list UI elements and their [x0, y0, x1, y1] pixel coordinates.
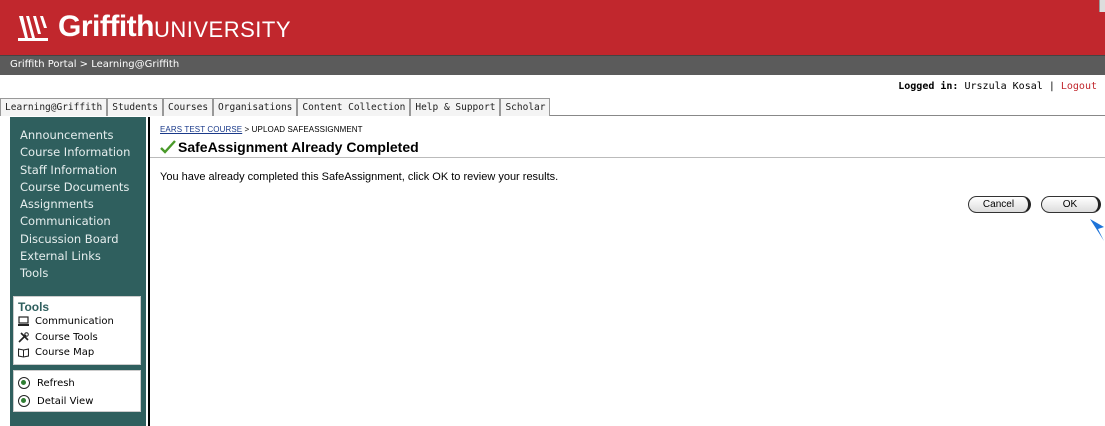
session-bar: Logged in: Urszula Kosal | Logout [0, 75, 1105, 98]
session-separator: | [1048, 81, 1055, 92]
refresh-label: Refresh [37, 377, 75, 389]
brand-name: Griffith [58, 10, 154, 43]
refresh-button[interactable]: Refresh [14, 374, 140, 392]
mouse-cursor-icon [1090, 219, 1104, 241]
tools-panel-title: Tools [18, 300, 50, 314]
tab-learning-griffith[interactable]: Learning@Griffith [0, 98, 108, 116]
tools-icon [18, 331, 29, 343]
detail-view-button[interactable]: Detail View [14, 392, 140, 410]
cancel-button[interactable]: Cancel [968, 196, 1031, 213]
breadcrumb: EARS TEST COURSE > UPLOAD SAFEASSIGNMENT [160, 125, 363, 134]
portal-breadcrumb-bar: Griffith Portal > Learning@Griffith [0, 55, 1105, 75]
detail-view-icon [18, 395, 30, 407]
tab-organisations[interactable]: Organisations [213, 98, 298, 116]
page-title-row: SafeAssignment Already Completed [150, 136, 1105, 158]
sidebar-item-staff-information[interactable]: Staff Information [20, 162, 130, 179]
tab-content-collection[interactable]: Content Collection [297, 98, 411, 116]
breadcrumb-current: UPLOAD SAFEASSIGNMENT [251, 125, 363, 134]
detail-view-label: Detail View [37, 395, 94, 407]
portal-breadcrumb: Griffith Portal > Learning@Griffith [10, 59, 180, 70]
sidebar-item-external-links[interactable]: External Links [20, 248, 130, 265]
tab-students[interactable]: Students [107, 98, 163, 116]
griffith-logo[interactable]: Griffith UNIVERSITY [16, 9, 291, 45]
sidebar-item-course-information[interactable]: Course Information [20, 144, 130, 161]
tools-item-course-map[interactable]: Course Map [14, 345, 140, 361]
logged-in-label: Logged in: [898, 81, 959, 92]
view-options-panel: Refresh Detail View [13, 370, 141, 412]
tab-scholar[interactable]: Scholar [500, 98, 551, 116]
sidebar-item-communication[interactable]: Communication [20, 213, 130, 230]
user-name: Urszula Kosal [964, 81, 1043, 92]
login-status: Logged in: Urszula Kosal | Logout [898, 81, 1097, 92]
tools-item-label: Communication [35, 316, 114, 328]
breadcrumb-course-link[interactable]: EARS TEST COURSE [160, 125, 242, 134]
sidebar-item-course-documents[interactable]: Course Documents [20, 179, 130, 196]
scrollbar[interactable] [1099, 0, 1105, 12]
breadcrumb-separator: > [242, 125, 252, 134]
sidebar-divider [148, 117, 150, 426]
logout-link[interactable]: Logout [1061, 81, 1097, 92]
refresh-icon [18, 377, 30, 389]
tools-item-label: Course Map [35, 347, 95, 359]
sidebar-item-discussion-board[interactable]: Discussion Board [20, 231, 130, 248]
tools-item-label: Course Tools [35, 331, 98, 343]
page-title: SafeAssignment Already Completed [178, 139, 419, 155]
brand-suffix: UNIVERSITY [153, 17, 292, 42]
main-tabs: Learning@Griffith Students Courses Organ… [0, 98, 1105, 116]
tab-help-support[interactable]: Help & Support [410, 98, 501, 116]
status-message: You have already completed this SafeAssi… [160, 171, 559, 183]
tools-item-communication[interactable]: Communication [14, 314, 140, 330]
tools-item-course-tools[interactable]: Course Tools [14, 330, 140, 346]
course-menu: Announcements Course Information Staff I… [20, 127, 130, 283]
sidebar-item-announcements[interactable]: Announcements [20, 127, 130, 144]
checkmark-icon [160, 140, 176, 154]
sidebar-item-assignments[interactable]: Assignments [20, 196, 130, 213]
tab-courses[interactable]: Courses [163, 98, 214, 116]
ok-button[interactable]: OK [1041, 196, 1101, 213]
site-header: Griffith UNIVERSITY [0, 0, 1105, 55]
sidebar-item-tools[interactable]: Tools [20, 265, 130, 282]
tools-panel: Tools Communication Course Tools Course … [13, 296, 141, 365]
monitor-icon [18, 316, 29, 327]
map-icon [18, 348, 29, 358]
griffith-logo-mark-icon [18, 16, 48, 41]
course-menu-sidebar: Announcements Course Information Staff I… [10, 117, 146, 426]
